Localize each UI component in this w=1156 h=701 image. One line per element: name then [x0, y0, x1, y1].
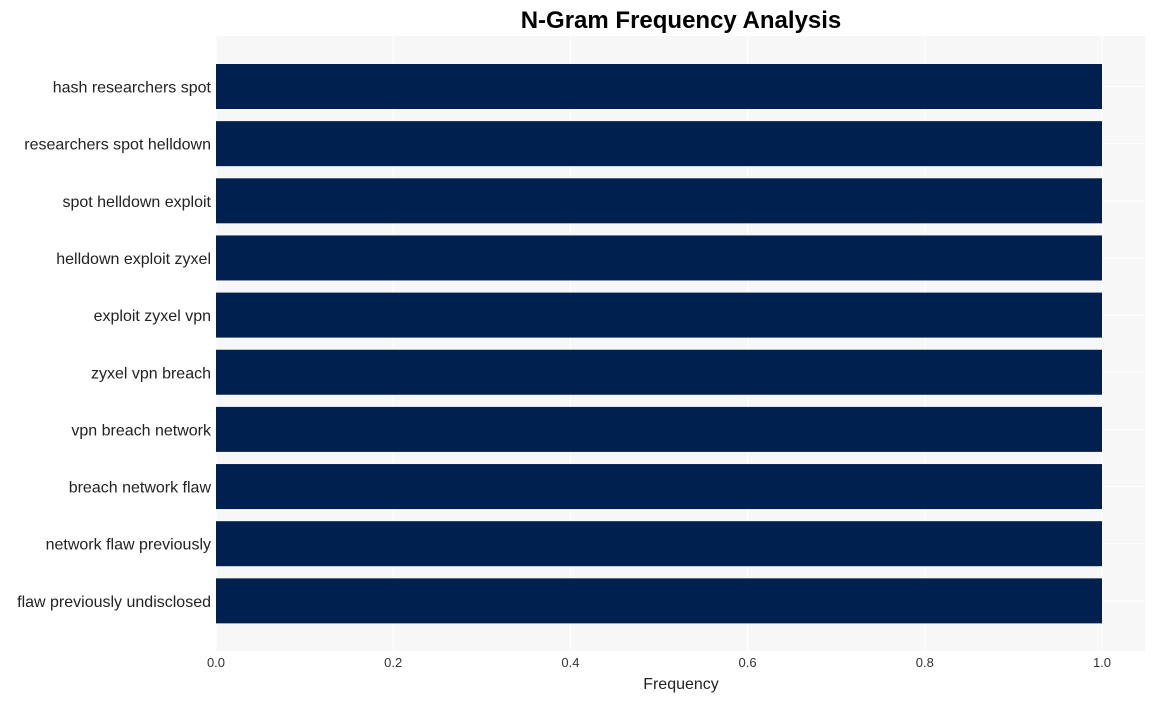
x-axis-ticks: 0.0 0.2 0.4 0.6 0.8 1.0	[207, 655, 1111, 670]
bar	[216, 178, 1102, 224]
bar	[216, 64, 1102, 109]
y-tick-label: researchers spot helldown	[24, 137, 211, 154]
bar	[216, 406, 1102, 452]
y-tick-label: network flaw previously	[46, 537, 211, 554]
x-tick-label: 0.2	[384, 655, 402, 670]
bar	[216, 578, 1102, 624]
x-tick-label: 0.6	[739, 655, 757, 670]
x-tick-label: 0.4	[561, 655, 579, 670]
y-tick-label: flaw previously undisclosed	[17, 594, 211, 611]
y-tick-label: zyxel vpn breach	[91, 365, 211, 382]
y-axis-labels: hash researchers spot researchers spot he…	[17, 80, 212, 611]
bar	[216, 292, 1102, 338]
bar	[216, 121, 1102, 167]
bar	[216, 521, 1102, 567]
x-tick-label: 1.0	[1093, 655, 1111, 670]
x-tick-label: 0.8	[916, 655, 934, 670]
y-tick-label: helldown exploit zyxel	[56, 251, 211, 268]
y-tick-label: exploit zyxel vpn	[94, 308, 211, 325]
y-tick-label: breach network flaw	[69, 480, 212, 497]
bar	[216, 235, 1102, 281]
chart-title: N-Gram Frequency Analysis	[521, 7, 842, 34]
y-tick-label: spot helldown exploit	[62, 194, 211, 211]
bar	[216, 349, 1102, 395]
y-tick-label: vpn breach network	[71, 422, 212, 439]
y-tick-label: hash researchers spot	[53, 80, 212, 97]
bar	[216, 464, 1102, 510]
x-tick-label: 0.0	[207, 655, 225, 670]
x-axis-label: Frequency	[643, 676, 719, 693]
ngram-chart: N-Gram Frequency Analysis hash researche…	[17, 7, 1145, 693]
